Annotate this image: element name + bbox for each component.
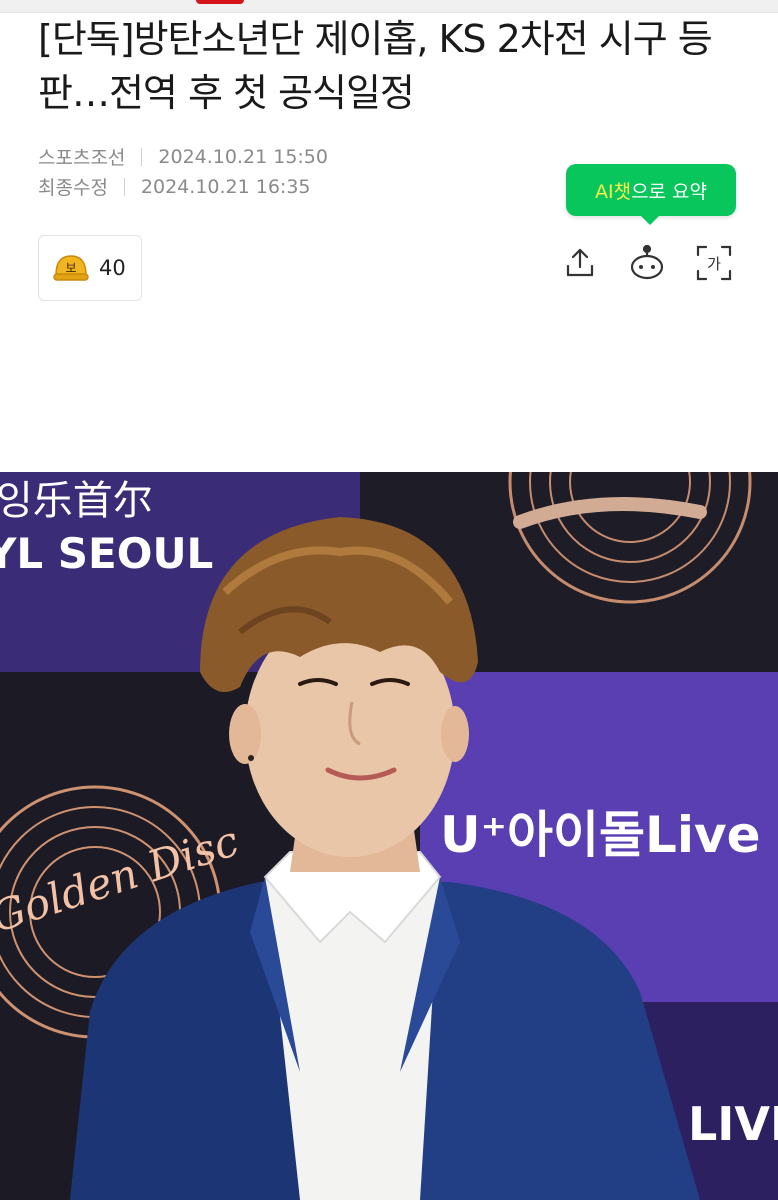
meta-divider (141, 147, 143, 166)
photo-illustration: Golden Disc 잉乐首尔 YL SEOUL U⁺아이돌Live LIVE (0, 472, 778, 1200)
share-icon[interactable] (560, 243, 600, 283)
updated-label: 최종수정 (38, 177, 108, 199)
ai-summary-highlight: AI챗 (594, 180, 632, 203)
backdrop-seoul-text: YL SEOUL (0, 529, 213, 578)
ai-summary-label: 으로 요약 (631, 180, 708, 203)
chatbot-icon[interactable] (627, 243, 667, 283)
backdrop-live-text: LIVE (688, 1097, 778, 1151)
reaction-count: 40 (99, 256, 126, 280)
reaction-button[interactable]: 보 40 (38, 235, 142, 301)
helmet-icon: 보 (53, 255, 89, 281)
ai-summary-button[interactable]: AI챗 으로 요약 (566, 164, 736, 225)
article-headline: [단독]방탄소년단 제이홉, KS 2차전 시구 등판…전역 후 첫 공식일정 (38, 17, 713, 115)
source-name[interactable]: 스포츠조선 (38, 143, 125, 170)
brand-tab-indicator (196, 0, 244, 4)
font-size-icon[interactable]: 가 (694, 243, 734, 283)
article-updated-line: 최종수정 2024.10.21 16:35 (38, 173, 311, 200)
backdrop-top-text: 잉乐首尔 (0, 478, 153, 524)
article-photo[interactable]: Golden Disc 잉乐首尔 YL SEOUL U⁺아이돌Live LIVE (0, 472, 778, 1200)
backdrop-uplus-text: U⁺아이돌Live (440, 806, 761, 864)
helmet-glyph: 보 (65, 261, 76, 275)
font-size-glyph: 가 (707, 255, 721, 273)
meta-divider (123, 177, 125, 196)
article-source-line: 스포츠조선 2024.10.21 15:50 (38, 143, 328, 170)
updated-time: 2024.10.21 16:35 (140, 175, 311, 198)
published-time: 2024.10.21 15:50 (158, 145, 328, 168)
